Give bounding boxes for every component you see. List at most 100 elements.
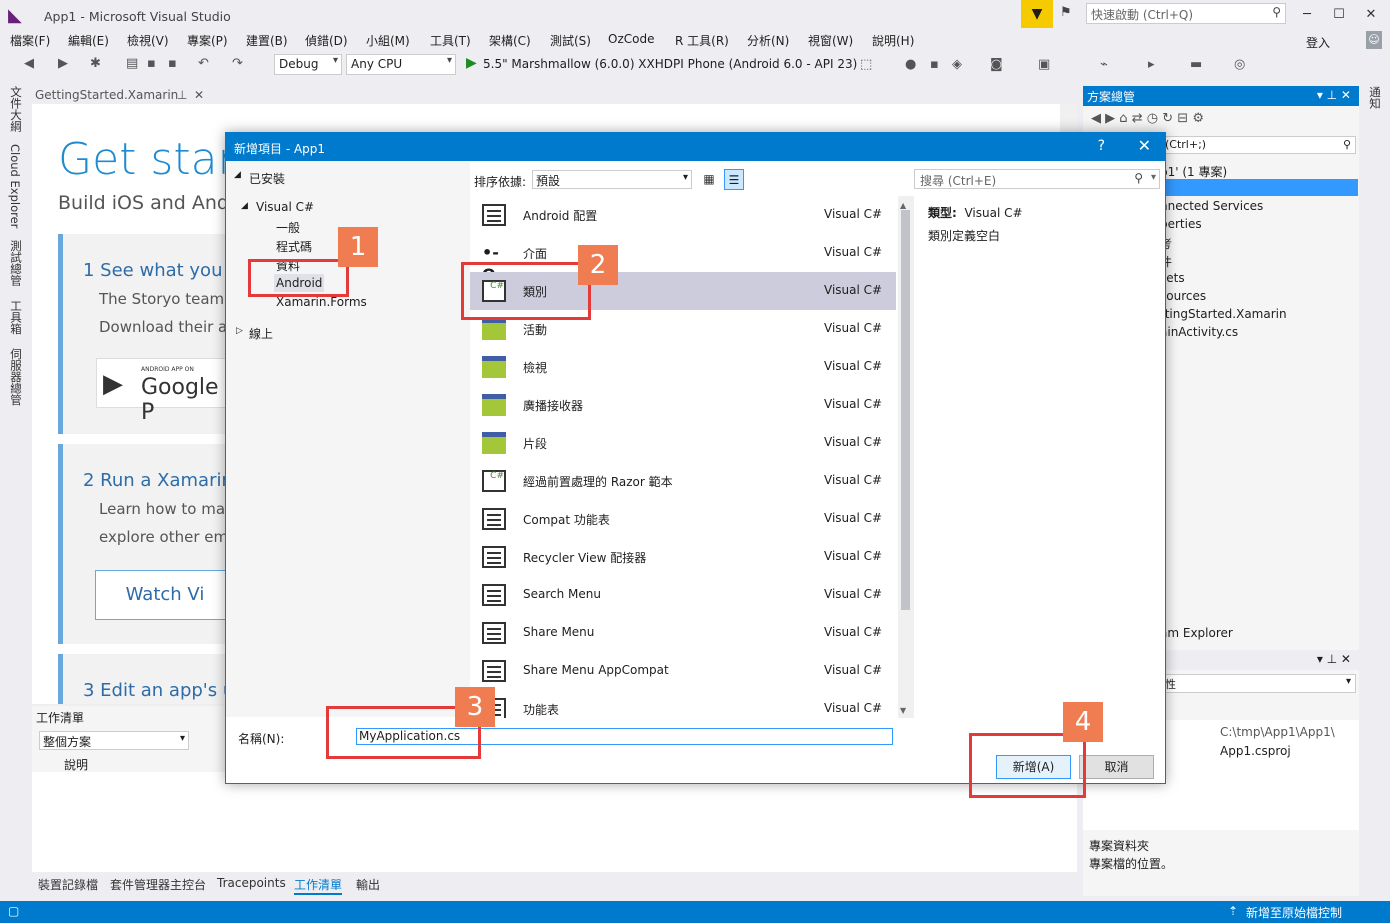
- menu-debug[interactable]: 偵錯(D): [305, 32, 348, 49]
- template-item[interactable]: 片段 Visual C#: [470, 424, 896, 462]
- notification-flag-icon[interactable]: ▼: [1021, 0, 1053, 28]
- tab-tracepoints[interactable]: Tracepoints: [217, 876, 286, 890]
- menu-architecture[interactable]: 架構(C): [489, 32, 531, 49]
- home-icon[interactable]: ⌂: [1119, 111, 1127, 126]
- menu-file[interactable]: 檔案(F): [10, 32, 50, 49]
- menu-tools[interactable]: 工具(T): [430, 32, 471, 49]
- toolbar-icon[interactable]: ⌁: [1100, 57, 1108, 72]
- feedback-icon[interactable]: ⚑: [1060, 5, 1072, 20]
- quick-launch-input[interactable]: 快速啟動 (Ctrl+Q) ⚲: [1086, 3, 1286, 24]
- forward-icon[interactable]: ▶: [1105, 111, 1115, 126]
- toolbar-icon[interactable]: ▣: [1038, 57, 1050, 72]
- cloud-explorer-tab[interactable]: Cloud Explorer: [8, 144, 22, 228]
- sign-in-link[interactable]: 登入: [1306, 34, 1330, 51]
- tree-node[interactable]: perties: [1160, 217, 1202, 231]
- expanded-arrow-icon[interactable]: ◢: [234, 170, 241, 180]
- account-avatar-icon[interactable]: ☺: [1366, 31, 1382, 49]
- pin-icon[interactable]: ⊥: [177, 88, 187, 102]
- back-icon[interactable]: ◀: [1091, 111, 1101, 126]
- property-value[interactable]: App1.csproj: [1220, 744, 1291, 758]
- run-target-button[interactable]: 5.5" Marshmallow (6.0.0) XXHDPI Phone (A…: [483, 57, 857, 71]
- properties-object-select[interactable]: 性 ▾: [1160, 674, 1356, 693]
- tab-device-log[interactable]: 裝置記錄檔: [38, 876, 98, 893]
- undo-icon[interactable]: ↶: [198, 56, 209, 71]
- menu-edit[interactable]: 編輯(E): [68, 32, 109, 49]
- close-tab-icon[interactable]: ✕: [194, 88, 204, 102]
- close-button[interactable]: ✕: [1358, 4, 1384, 26]
- menu-project[interactable]: 專案(P): [187, 32, 228, 49]
- template-item[interactable]: 檢視 Visual C#: [470, 348, 896, 386]
- toolbar-icon[interactable]: ●: [905, 57, 916, 72]
- toolbar-icon[interactable]: ◎: [1234, 57, 1245, 72]
- menu-team[interactable]: 小組(M): [366, 32, 410, 49]
- task-column-header[interactable]: 說明: [64, 756, 88, 773]
- save-all-icon[interactable]: ▪: [168, 56, 177, 71]
- selected-tree-node[interactable]: [1160, 179, 1358, 196]
- toolbox-tab[interactable]: 工具箱: [8, 300, 24, 335]
- tab-package-manager-console[interactable]: 套件管理器主控台: [110, 876, 206, 893]
- template-item[interactable]: Compat 功能表 Visual C#: [470, 500, 896, 538]
- toolbar-icon[interactable]: ◈: [952, 57, 962, 72]
- google-play-badge[interactable]: ▶ ANDROID APP ON Google P: [96, 358, 236, 425]
- scrollbar-thumb[interactable]: [901, 210, 910, 610]
- navigate-forward-icon[interactable]: ▶: [58, 56, 68, 71]
- template-item[interactable]: Search Menu Visual C#: [470, 576, 896, 614]
- template-item[interactable]: 廣播接收器 Visual C#: [470, 386, 896, 424]
- document-tab[interactable]: GettingStarted.Xamarin ⊥ ✕: [32, 86, 208, 106]
- maximize-button[interactable]: ☐: [1326, 4, 1352, 26]
- source-control-button[interactable]: 新增至原始檔控制: [1246, 904, 1342, 921]
- tree-node-solution[interactable]: p1' (1 專案): [1160, 163, 1227, 180]
- tree-general[interactable]: 一般: [276, 219, 300, 236]
- template-item[interactable]: Share Menu AppCompat Visual C#: [470, 652, 896, 690]
- open-file-icon[interactable]: ▤: [126, 56, 138, 71]
- history-icon[interactable]: ◷: [1147, 111, 1158, 126]
- tree-visual-csharp[interactable]: Visual C#: [256, 200, 314, 214]
- tab-task-list[interactable]: 工作清單: [294, 876, 343, 895]
- tree-online[interactable]: 線上: [249, 325, 273, 342]
- toolbar-icon[interactable]: ▪: [930, 57, 939, 72]
- properties-icon[interactable]: ⚙: [1192, 111, 1204, 126]
- task-scope-select[interactable]: 整個方案 ▾: [39, 731, 189, 750]
- template-item[interactable]: Android 配置 Visual C#: [470, 196, 896, 234]
- tree-node[interactable]: nnected Services: [1160, 199, 1263, 213]
- template-search-input[interactable]: 搜尋 (Ctrl+E) ⚲ ▾: [914, 169, 1160, 189]
- scroll-up-icon[interactable]: ▲: [900, 201, 906, 210]
- menu-window[interactable]: 視窗(W): [808, 32, 853, 49]
- property-value[interactable]: C:\tmp\App1\App1\: [1220, 725, 1335, 739]
- panel-controls-icon[interactable]: ▾ ⊥ ✕: [1317, 88, 1351, 102]
- menu-build[interactable]: 建置(B): [246, 32, 288, 49]
- toolbar-icon[interactable]: ▸: [1148, 57, 1155, 72]
- redo-icon[interactable]: ↷: [232, 56, 243, 71]
- tree-installed[interactable]: 已安裝: [249, 170, 285, 187]
- menu-test[interactable]: 測試(S): [550, 32, 591, 49]
- team-explorer-tab[interactable]: am Explorer: [1160, 626, 1233, 640]
- tree-xamarin-forms[interactable]: Xamarin.Forms: [276, 295, 367, 309]
- watch-video-button[interactable]: Watch Vi: [95, 570, 235, 620]
- panel-controls-icon[interactable]: ▾ ⊥ ✕: [1317, 652, 1351, 666]
- template-item[interactable]: Share Menu Visual C#: [470, 614, 896, 652]
- notifications-tab[interactable]: 通知: [1367, 86, 1383, 109]
- toolbar-icon[interactable]: ⬚: [860, 57, 872, 72]
- test-explorer-tab[interactable]: 測試總管: [8, 240, 24, 286]
- expanded-arrow-icon[interactable]: ◢: [241, 201, 248, 211]
- menu-help[interactable]: 說明(H): [872, 32, 914, 49]
- sort-select[interactable]: 預設 ▾: [532, 170, 692, 189]
- refresh-icon[interactable]: ↻: [1162, 111, 1173, 126]
- solution-platform-select[interactable]: Any CPU ▾: [346, 54, 456, 75]
- help-button[interactable]: ?: [1098, 138, 1105, 154]
- tree-node[interactable]: sources: [1160, 289, 1206, 303]
- solution-configuration-select[interactable]: Debug ▾: [274, 54, 342, 75]
- minimize-button[interactable]: ─: [1294, 4, 1320, 26]
- scroll-down-icon[interactable]: ▼: [900, 706, 906, 715]
- save-icon[interactable]: ▪: [147, 56, 156, 71]
- menu-r-tools[interactable]: R 工具(R): [675, 32, 729, 49]
- template-item[interactable]: Recycler View 配接器 Visual C#: [470, 538, 896, 576]
- grid-view-icon[interactable]: ▦: [700, 169, 718, 189]
- menu-view[interactable]: 檢視(V): [127, 32, 169, 49]
- tree-code[interactable]: 程式碼: [276, 238, 312, 255]
- navigate-back-icon[interactable]: ◀: [24, 56, 34, 71]
- new-project-icon[interactable]: ✱: [90, 56, 101, 71]
- menu-analyze[interactable]: 分析(N): [747, 32, 789, 49]
- solution-search-input[interactable]: (Ctrl+;) ⚲: [1160, 136, 1356, 154]
- collapsed-arrow-icon[interactable]: ▷: [236, 326, 243, 336]
